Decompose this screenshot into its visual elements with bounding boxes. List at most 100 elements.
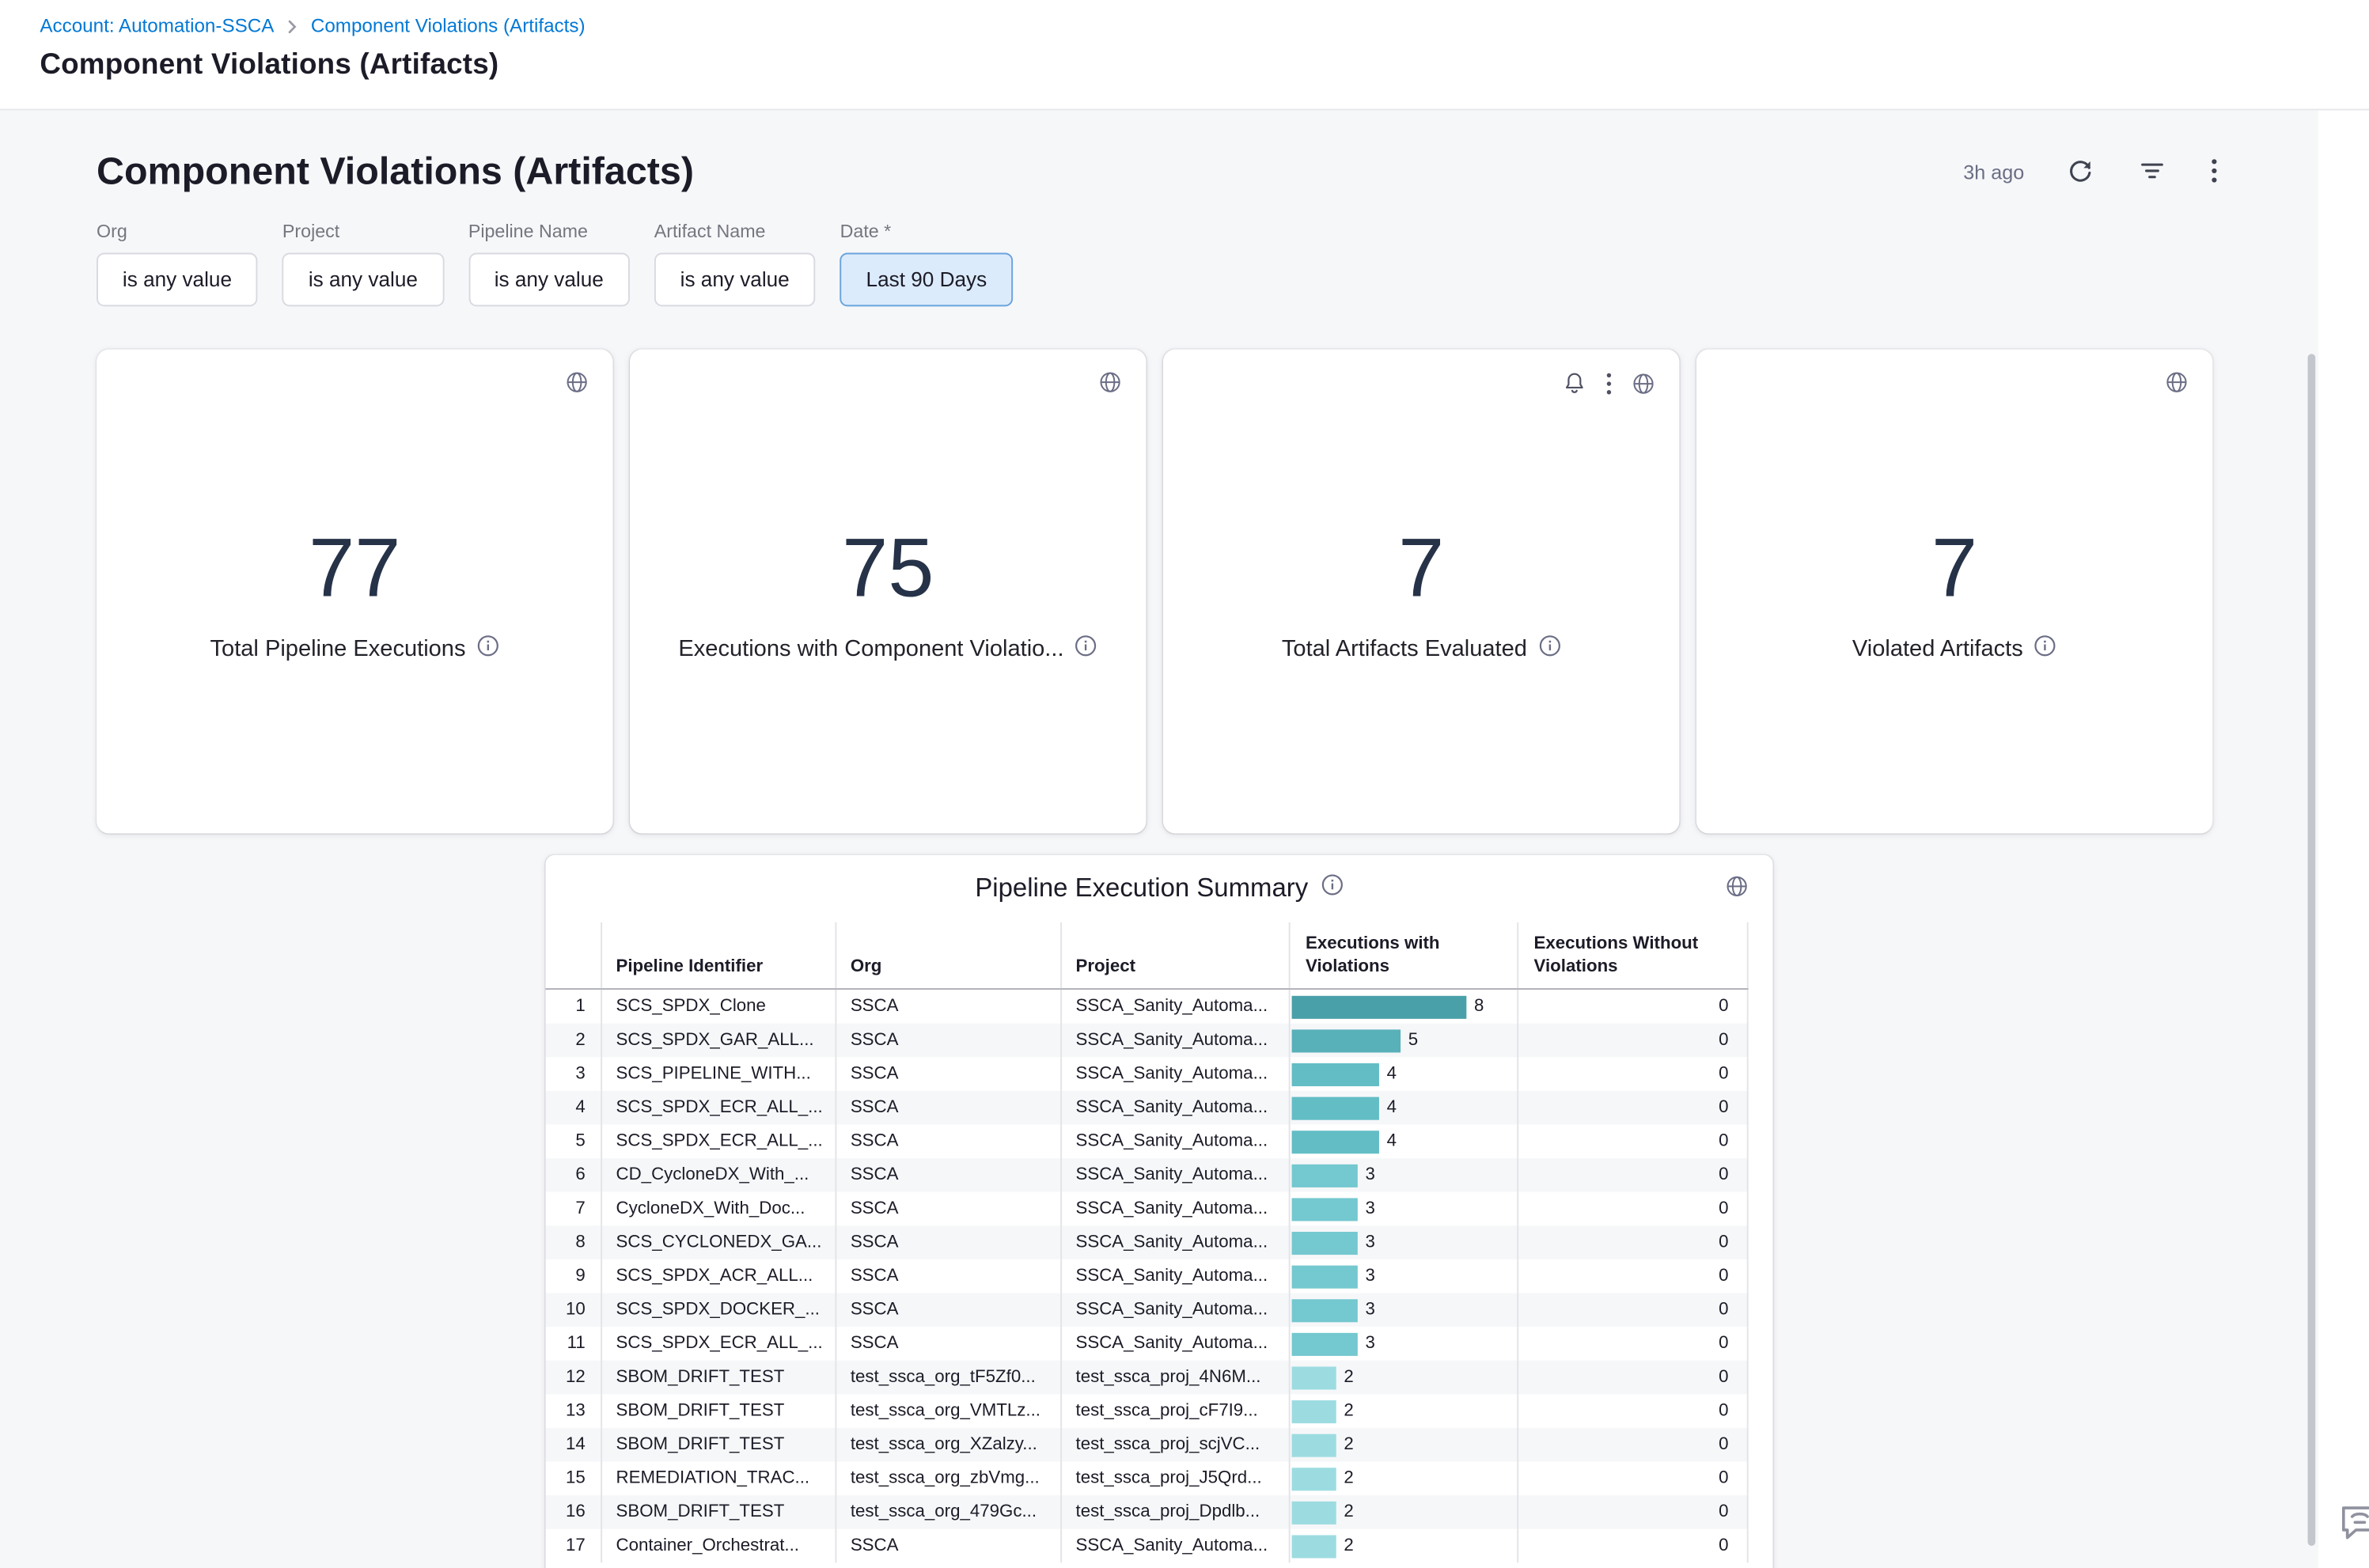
violations-bar [1292,1062,1379,1085]
support-chat-icon[interactable] [2337,1498,2369,1544]
cell-executions-without-violations: 0 [1517,1057,1748,1091]
column-header-executions-without-violations[interactable]: Executions Without Violations [1517,922,1748,988]
cell-org: SSCA [835,1057,1060,1091]
table-row[interactable]: 2 SCS_SPDX_GAR_ALL... SSCA SSCA_Sanity_A… [545,1024,1748,1058]
table-row[interactable]: 5 SCS_SPDX_ECR_ALL_... SSCA SSCA_Sanity_… [545,1124,1748,1158]
cell-pipeline-identifier: CycloneDX_With_Doc... [601,1192,835,1226]
row-index: 8 [545,1225,601,1259]
filter-group: Date * Last 90 Days [840,221,1013,306]
globe-icon[interactable] [1726,875,1749,906]
info-icon[interactable] [1537,634,1560,664]
refresh-button[interactable] [2064,154,2097,191]
violations-bar-value: 8 [1474,998,1484,1016]
cell-executions-without-violations: 0 [1517,1225,1748,1259]
table-row[interactable]: 17 Container_Orchestrat... SSCA SSCA_San… [545,1529,1748,1563]
filter-chip-project[interactable]: is any value [282,253,444,307]
table-body: 1 SCS_SPDX_Clone SSCA SSCA_Sanity_Automa… [545,990,1748,1562]
cell-project: SSCA_Sanity_Automa... [1060,1057,1289,1091]
breadcrumb-account-link[interactable]: Account: Automation-SSCA [40,17,274,36]
row-index: 4 [545,1091,601,1125]
kebab-menu-icon [2212,157,2218,188]
globe-icon[interactable] [1099,371,1122,402]
cell-project: SSCA_Sanity_Automa... [1060,1529,1289,1563]
table-row[interactable]: 8 SCS_CYCLONEDX_GA... SSCA SSCA_Sanity_A… [545,1225,1748,1259]
filter-chip-pipeline-name[interactable]: is any value [468,253,630,307]
table-title: Pipeline Execution Summary [975,873,1308,904]
table-row[interactable]: 10 SCS_SPDX_DOCKER_... SSCA SSCA_Sanity_… [545,1293,1748,1327]
violations-bar-value: 5 [1408,1031,1418,1049]
cell-org: SSCA [835,1529,1060,1563]
stat-label-row: Total Artifacts Evaluated [1163,634,1680,664]
violations-bar-value: 2 [1344,1469,1353,1487]
info-icon[interactable] [1075,634,1097,664]
filter-chip-date[interactable]: Last 90 Days [840,253,1013,307]
violations-bar-value: 2 [1344,1536,1353,1555]
filter-icon [2140,157,2166,188]
table-row[interactable]: 15 REMEDIATION_TRAC... test_ssca_org_zbV… [545,1462,1748,1496]
cell-project: test_ssca_proj_cF7I9... [1060,1394,1289,1428]
filter-chip-org[interactable]: is any value [97,253,258,307]
table-row[interactable]: 1 SCS_SPDX_Clone SSCA SSCA_Sanity_Automa… [545,990,1748,1024]
table-row[interactable]: 16 SBOM_DRIFT_TEST test_ssca_org_479Gc..… [545,1495,1748,1529]
violations-bar [1292,1096,1379,1119]
cell-pipeline-identifier: SBOM_DRIFT_TEST [601,1394,835,1428]
vertical-scrollbar[interactable] [2308,354,2316,1546]
table-row[interactable]: 3 SCS_PIPELINE_WITH... SSCA SSCA_Sanity_… [545,1057,1748,1091]
cell-executions-with-violations: 8 [1289,990,1518,1024]
card-kebab-menu-icon[interactable] [1606,372,1613,403]
dashboard-title: Component Violations (Artifacts) [97,150,694,195]
cell-pipeline-identifier: SCS_SPDX_GAR_ALL... [601,1024,835,1058]
column-header-org[interactable]: Org [835,922,1060,988]
breadcrumb-page-link[interactable]: Component Violations (Artifacts) [311,17,586,36]
filter-label: Date * [840,221,1013,242]
cell-project: test_ssca_proj_4N6M... [1060,1361,1289,1395]
violations-bar [1292,1332,1358,1355]
table-row[interactable]: 6 CD_CycloneDX_With_... SSCA SSCA_Sanity… [545,1158,1748,1192]
table-row[interactable]: 12 SBOM_DRIFT_TEST test_ssca_org_tF5Zf0.… [545,1361,1748,1395]
violations-bar-value: 4 [1387,1132,1397,1150]
table-row[interactable]: 11 SCS_SPDX_ECR_ALL_... SSCA SSCA_Sanity… [545,1327,1748,1361]
violations-bar-value: 3 [1366,1166,1375,1184]
cell-org: SSCA [835,1225,1060,1259]
violations-bar [1292,1130,1379,1153]
card-action-icons [1563,371,1655,403]
cell-executions-with-violations: 4 [1289,1124,1518,1158]
column-header-pipeline-identifier[interactable]: Pipeline Identifier [601,922,835,988]
table-row[interactable]: 9 SCS_SPDX_ACR_ALL... SSCA SSCA_Sanity_A… [545,1259,1748,1293]
stat-value: 75 [630,527,1147,610]
column-header-project[interactable]: Project [1060,922,1289,988]
table-row[interactable]: 4 SCS_SPDX_ECR_ALL_... SSCA SSCA_Sanity_… [545,1091,1748,1125]
cell-project: SSCA_Sanity_Automa... [1060,990,1289,1024]
globe-icon[interactable] [566,371,589,402]
column-header-executions-with-violations[interactable]: Executions with Violations [1289,922,1518,988]
info-icon[interactable] [2034,634,2056,664]
violations-bar-value: 4 [1387,1065,1397,1083]
filter-button[interactable] [2136,154,2169,191]
table-row[interactable]: 14 SBOM_DRIFT_TEST test_ssca_org_XZalzy.… [545,1428,1748,1462]
globe-icon[interactable] [1632,372,1655,403]
violations-bar [1292,1434,1336,1456]
violations-bar-value: 3 [1366,1301,1375,1319]
cell-project: SSCA_Sanity_Automa... [1060,1259,1289,1293]
alert-bell-icon[interactable] [1563,371,1586,403]
row-index: 6 [545,1158,601,1192]
cell-pipeline-identifier: SCS_SPDX_DOCKER_... [601,1293,835,1327]
dashboard-header: Component Violations (Artifacts) 3h ago [0,110,2318,195]
row-index: 3 [545,1057,601,1091]
globe-icon[interactable] [2165,371,2188,402]
info-icon[interactable] [476,634,499,664]
table-row[interactable]: 7 CycloneDX_With_Doc... SSCA SSCA_Sanity… [545,1192,1748,1226]
cell-executions-with-violations: 2 [1289,1495,1518,1529]
dashboard-menu-button[interactable] [2208,154,2220,191]
cell-executions-without-violations: 0 [1517,1361,1748,1395]
stat-label: Total Artifacts Evaluated [1282,636,1527,662]
cell-pipeline-identifier: SCS_PIPELINE_WITH... [601,1057,835,1091]
violations-bar [1292,1467,1336,1490]
table-row[interactable]: 13 SBOM_DRIFT_TEST test_ssca_org_VMTLz..… [545,1394,1748,1428]
row-index: 7 [545,1192,601,1226]
cell-executions-with-violations: 2 [1289,1394,1518,1428]
info-icon[interactable] [1321,873,1344,904]
filter-chip-artifact-name[interactable]: is any value [654,253,816,307]
filter-group: Artifact Name is any value [654,221,816,306]
dashboard-panel: Component Violations (Artifacts) 3h ago [0,110,2318,1568]
